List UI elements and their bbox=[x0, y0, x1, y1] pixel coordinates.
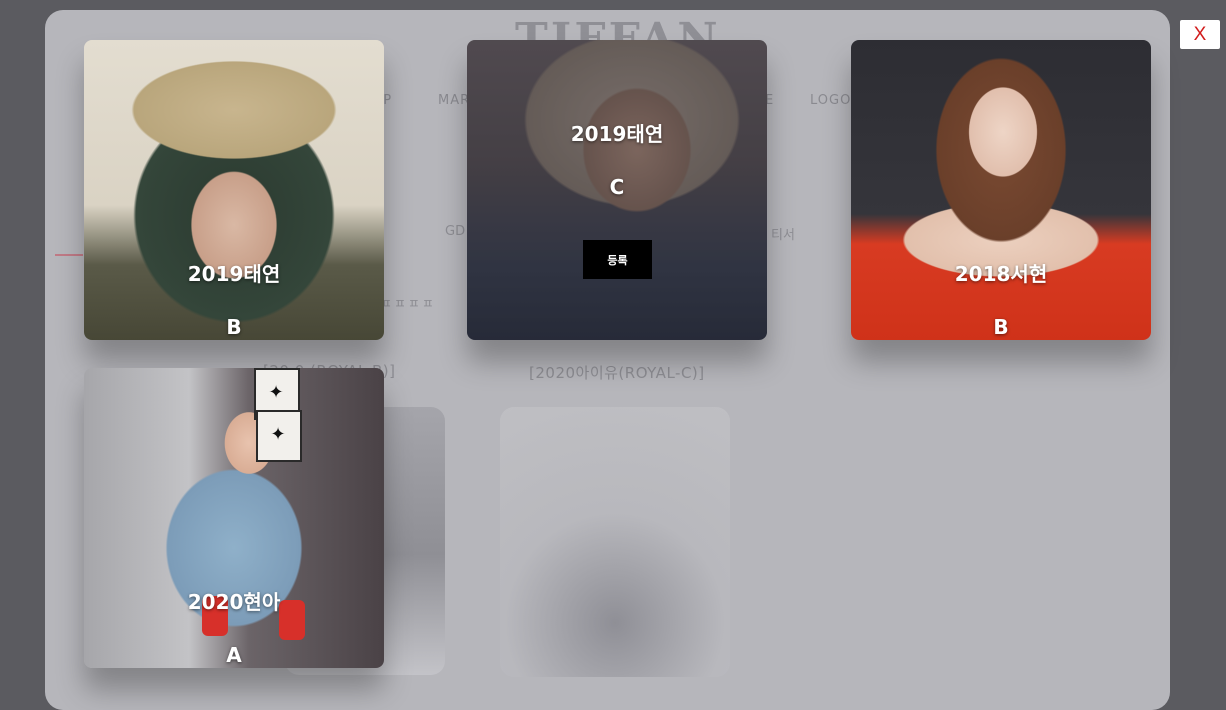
card-grade: B bbox=[993, 315, 1009, 339]
photo-card[interactable]: 2019태연 B bbox=[84, 40, 384, 340]
card-name: 2019태연 bbox=[570, 122, 664, 146]
card-name: 2019태연 bbox=[187, 262, 281, 286]
category-label: GD bbox=[445, 224, 466, 239]
card-grade: B bbox=[226, 315, 242, 339]
card-grade: A bbox=[226, 643, 242, 667]
photo-card[interactable]: 2018서현 B bbox=[851, 40, 1151, 340]
review-text: ㅍㅍㅍㅍ bbox=[380, 297, 436, 312]
product-title: [2020아이유(ROYAL-C)] bbox=[529, 364, 705, 382]
card-photo bbox=[84, 40, 384, 340]
card-photo: ✦ ✦ bbox=[84, 368, 384, 668]
card-grade: C bbox=[609, 175, 625, 199]
category-label: 티서 bbox=[771, 228, 795, 243]
nav-item: MAR bbox=[438, 93, 471, 108]
card-photo bbox=[851, 40, 1151, 340]
card-name: 2018서현 bbox=[954, 262, 1048, 286]
photo-card[interactable]: ✦ ✦ 2020현아 A bbox=[84, 368, 384, 668]
product-image bbox=[500, 407, 730, 677]
photo-card[interactable]: 2019태연 C 등록 bbox=[467, 40, 767, 340]
card-name: 2020현아 bbox=[187, 590, 281, 614]
nav-item: LOGO bbox=[810, 93, 852, 108]
register-button[interactable]: 등록 bbox=[583, 240, 652, 279]
butterfly-frame-icon: ✦ bbox=[256, 410, 302, 462]
close-button[interactable]: X bbox=[1180, 20, 1220, 49]
accent-line bbox=[55, 254, 83, 256]
